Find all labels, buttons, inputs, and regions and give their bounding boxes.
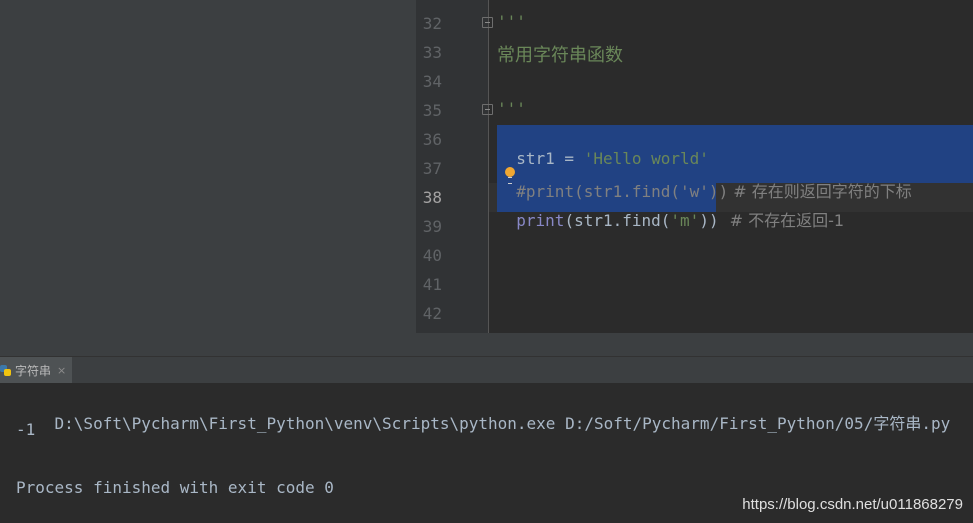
builtin-print: print <box>516 211 565 230</box>
code-line-38: print(str1.find('m')) # 不存在返回-1 <box>497 188 844 231</box>
command-path: D:\Soft\Pycharm\First_Python\venv\Script… <box>54 414 874 433</box>
line-number: 35 <box>422 101 442 120</box>
line-number: 37 <box>422 159 442 178</box>
intention-bulb-base <box>508 177 512 184</box>
call-args-open: (str1.find( <box>564 211 671 230</box>
close-icon[interactable]: × <box>57 364 66 377</box>
line-number: 40 <box>422 246 442 265</box>
console-command-line: D:\Soft\Pycharm\First_Python\venv\Script… <box>16 391 951 453</box>
console-process-finished: Process finished with exit code 0 <box>16 478 334 497</box>
intention-bulb-icon[interactable] <box>505 167 515 177</box>
line-number: 34 <box>422 72 442 91</box>
code-line-35: ''' <box>497 99 526 118</box>
call-args-close: )) <box>699 211 719 230</box>
run-tab[interactable]: 字符串 × <box>0 357 72 383</box>
run-tool-window-header: 字符串 × <box>0 356 973 383</box>
line-number: 32 <box>422 14 442 33</box>
code-line-32: ''' <box>497 12 526 31</box>
comment-text: # 不存在返回-1 <box>724 211 845 230</box>
line-number: 36 <box>422 130 442 149</box>
python-icon <box>0 364 11 376</box>
console-output-result: -1 <box>16 420 36 439</box>
line-number: 41 <box>422 275 442 294</box>
command-script-name: 字符串 <box>873 414 922 433</box>
fold-marker-icon[interactable] <box>482 17 493 28</box>
project-panel <box>0 0 416 356</box>
watermark-text: https://blog.csdn.net/u011868279 <box>742 496 963 513</box>
code-line-33: 常用字符串函数 <box>497 45 623 66</box>
line-number: 42 <box>422 304 442 323</box>
command-script-ext: .py <box>921 414 951 433</box>
line-number: 39 <box>422 217 442 236</box>
fold-marker-icon[interactable] <box>482 104 493 115</box>
editor-bottom-area <box>416 333 973 356</box>
line-number-current: 38 <box>422 188 442 207</box>
run-tab-label: 字符串 <box>15 363 52 378</box>
string-literal: 'm' <box>670 211 700 230</box>
line-number: 33 <box>422 43 442 62</box>
